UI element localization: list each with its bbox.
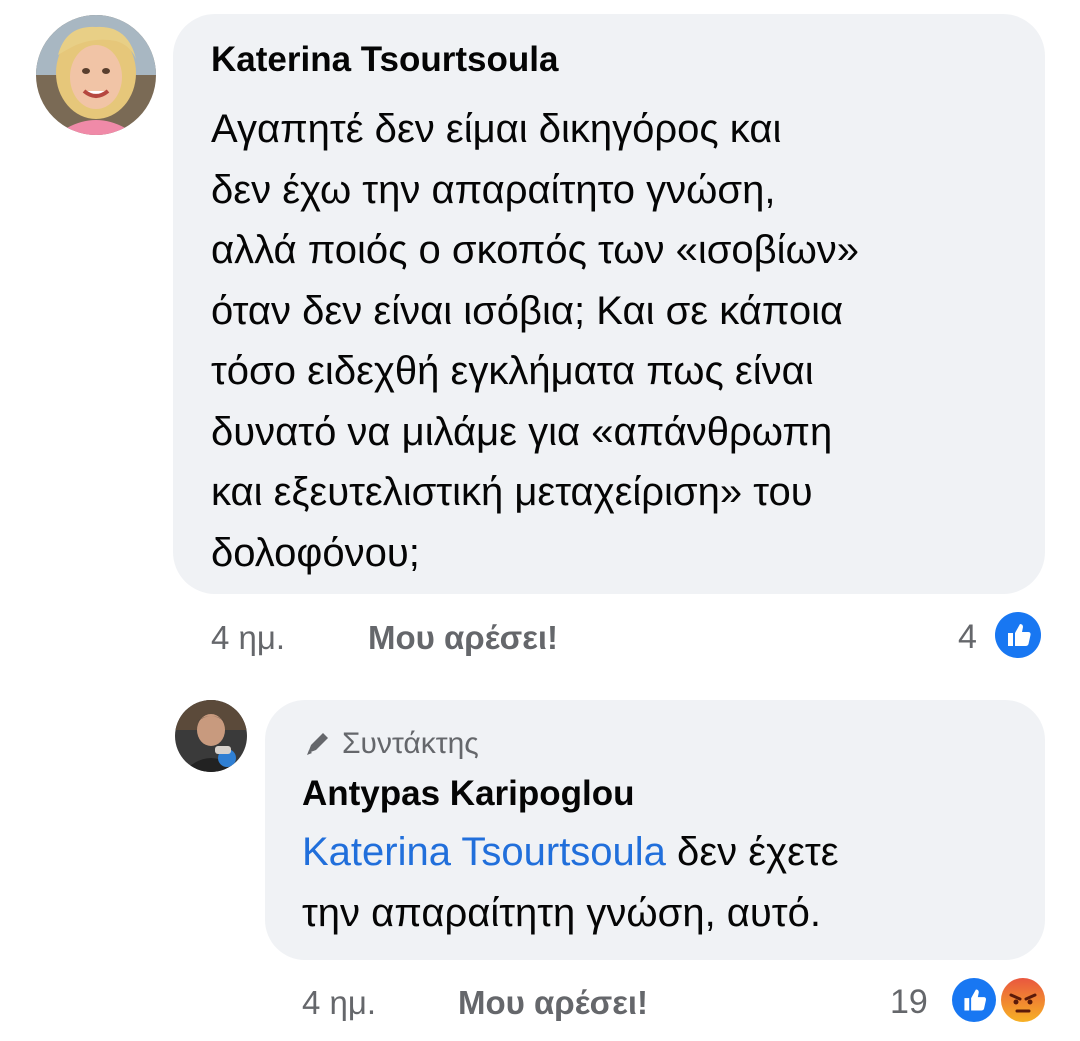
comment-text-line: τόσο ειδεχθή εγκλήματα πως είναι <box>211 349 814 393</box>
comment-thread: Katerina Tsourtsoula Αγαπητέ δεν είμαι δ… <box>0 0 1080 1041</box>
reaction-count[interactable]: 4 <box>958 618 977 657</box>
mention-link[interactable]: Katerina Tsourtsoula <box>302 830 666 874</box>
author-role-badge: Συντάκτης <box>302 727 479 761</box>
comment-text-line: Αγαπητέ δεν είμαι δικηγόρος και <box>211 107 782 151</box>
reply-like-button[interactable]: Μου αρέσει! <box>458 984 648 1022</box>
comment-text-line: δυνατό να μιλάμε για «απάνθρωπη <box>211 409 833 454</box>
author-role-label: Συντάκτης <box>342 727 479 760</box>
comment-text-line: αλλά ποιός ο σκοπός των «ισοβίων» <box>211 228 860 272</box>
comment-text: Αγαπητέ δεν είμαι δικηγόρος και δεν έχω … <box>211 99 859 583</box>
reply-timestamp[interactable]: 4 ημ. <box>302 984 376 1022</box>
reply-text: Katerina Tsourtsoula δεν έχετε την απαρα… <box>302 822 839 943</box>
avatar-photo <box>36 15 156 135</box>
avatar-photo <box>175 700 247 772</box>
pen-icon <box>302 729 332 759</box>
avatar[interactable] <box>36 15 156 135</box>
reply-reaction-count[interactable]: 19 <box>890 983 928 1022</box>
reply-text-line: την απαραίτητη γνώση, αυτό. <box>302 890 821 935</box>
reply-author[interactable]: Antypas Karipoglou <box>302 774 635 814</box>
comment-text-line: δεν έχω την απαραίτητο γνώση, <box>211 167 776 212</box>
like-button[interactable]: Μου αρέσει! <box>368 619 558 657</box>
like-icon[interactable] <box>991 608 1045 662</box>
reply-text-segment: δεν έχετε <box>665 830 839 874</box>
reply-avatar[interactable] <box>175 700 247 772</box>
angry-icon[interactable] <box>997 974 1049 1026</box>
comment-timestamp[interactable]: 4 ημ. <box>211 619 285 657</box>
comment-text-line: και εξευτελιστική μεταχείριση» του <box>211 470 813 514</box>
comment-author[interactable]: Katerina Tsourtsoula <box>211 40 558 80</box>
comment-text-line: δολοφόνου; <box>211 530 420 575</box>
like-icon[interactable] <box>948 974 1000 1026</box>
reply-text-line: Katerina Tsourtsoula δεν έχετε <box>302 822 839 883</box>
comment-text-line: όταν δεν είναι ισόβια; Και σε κάποια <box>211 288 844 333</box>
